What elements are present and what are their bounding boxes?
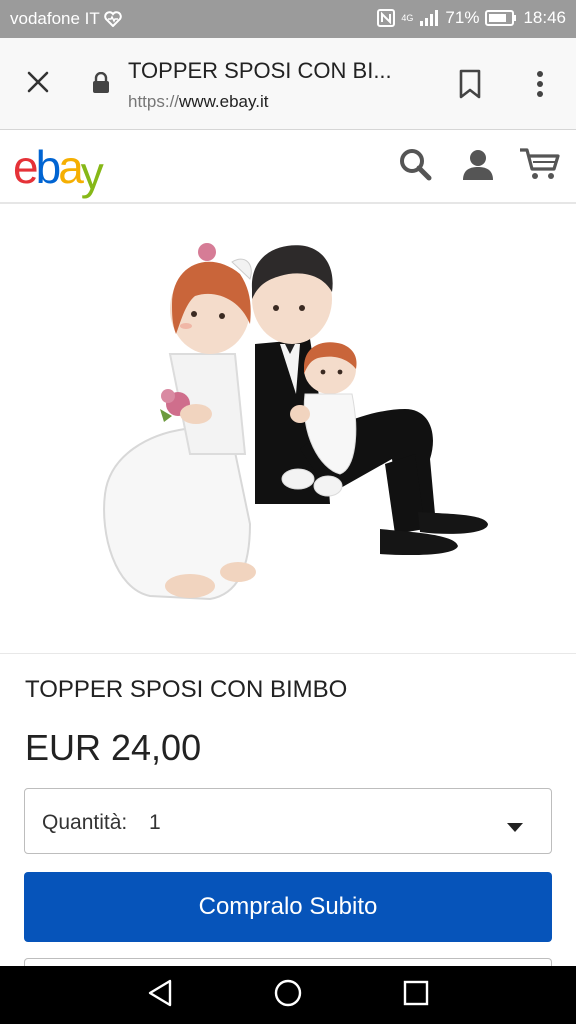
- item-price: EUR 24,00: [25, 727, 202, 768]
- battery-icon: [485, 10, 517, 26]
- more-options-button[interactable]: [522, 66, 558, 106]
- site-header: ebay: [0, 130, 576, 204]
- carrier-name: vodafone IT: [10, 9, 100, 28]
- page-title: TOPPER SPOSI CON BI...: [128, 58, 392, 83]
- logo-letter-a: a: [58, 141, 84, 193]
- search-icon: [398, 147, 432, 186]
- status-bar: vodafone IT 4G 71% 18:46: [0, 0, 576, 38]
- lock-icon: [92, 71, 110, 99]
- quantity-select[interactable]: Quantità: 1: [24, 788, 552, 854]
- url-scheme: https://: [128, 92, 180, 111]
- status-right-group: 4G 71% 18:46: [377, 8, 566, 28]
- logo-letter-e: e: [13, 141, 39, 193]
- battery-percent: 71%: [445, 8, 480, 27]
- close-icon: [26, 70, 50, 99]
- network-type-label: 4G: [401, 12, 414, 23]
- cart-icon: [519, 147, 561, 186]
- system-nav-bar: [0, 966, 576, 1024]
- heart-health-icon: [104, 11, 122, 27]
- carrier-group: vodafone IT: [10, 9, 122, 29]
- nfc-icon: [377, 9, 396, 27]
- chevron-down-icon: [507, 819, 523, 837]
- browser-toolbar: TOPPER SPOSI CON BI... https://www.ebay.…: [0, 38, 576, 130]
- bookmark-button[interactable]: [452, 66, 488, 106]
- item-title: TOPPER SPOSI CON BIMBO: [25, 676, 348, 703]
- cart-button[interactable]: [520, 146, 560, 186]
- search-button[interactable]: [395, 146, 435, 186]
- logo-letter-y: y: [80, 147, 104, 199]
- ebay-logo[interactable]: ebay: [13, 140, 104, 199]
- wedding-topper-illustration: [103, 243, 488, 601]
- back-icon: [147, 979, 173, 1012]
- logo-letter-b: b: [35, 141, 62, 193]
- product-image[interactable]: [0, 204, 576, 654]
- bookmark-icon: [458, 69, 482, 104]
- account-button[interactable]: [458, 146, 498, 186]
- quantity-value: 1: [149, 811, 161, 834]
- quantity-label: Quantità:: [42, 811, 128, 834]
- url-text[interactable]: https://www.ebay.it: [128, 92, 268, 112]
- close-button[interactable]: [18, 64, 58, 104]
- recents-button[interactable]: [398, 977, 434, 1013]
- back-button[interactable]: [142, 977, 178, 1013]
- buy-it-now-button[interactable]: Compralo Subito: [24, 872, 552, 942]
- signal-icon: [419, 10, 439, 26]
- url-host: www.ebay.it: [179, 92, 269, 111]
- home-icon: [274, 979, 302, 1012]
- account-icon: [461, 147, 495, 186]
- clock: 18:46: [523, 8, 566, 27]
- recents-icon: [403, 980, 429, 1011]
- home-button[interactable]: [270, 977, 306, 1013]
- more-vert-icon: [536, 70, 544, 103]
